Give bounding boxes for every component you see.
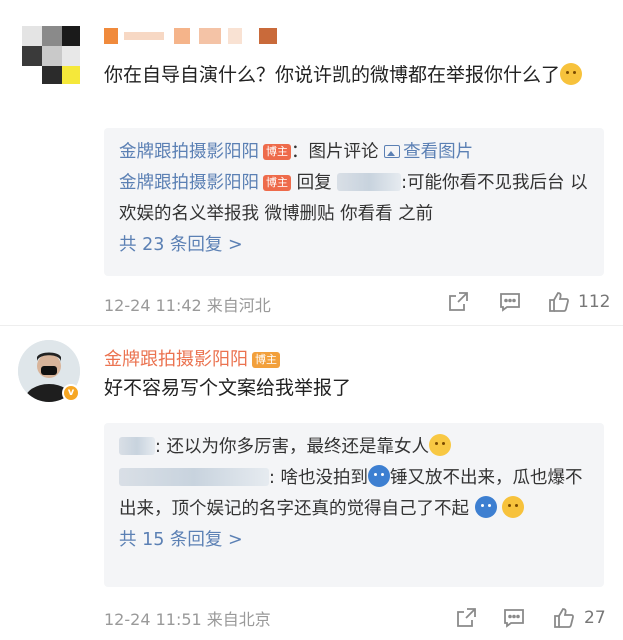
timestamp: 12-24 11:42 (104, 296, 202, 315)
comment-2: v 金牌跟拍摄影阳阳 博主 好不容易写个文案给我举报了 : 还以为你多厉害，最终还… (0, 326, 623, 640)
bozhu-badge: 博主 (263, 175, 291, 191)
blurred-username (119, 437, 155, 455)
verified-badge-icon: v (62, 384, 80, 402)
comment-icon[interactable] (498, 290, 522, 314)
comment-1: 你在自导自演什么？你说许凯的微博都在举报你什么了 金牌跟拍摄影阳阳 博主 ：图片评论… (0, 0, 623, 326)
avatar-blurred[interactable] (22, 26, 80, 84)
comment-meta: 12-24 11:42 来自河北 (104, 292, 271, 316)
comment-actions: 112 (446, 290, 616, 316)
view-picture-link[interactable]: 查看图片 (384, 142, 473, 162)
comment-icon[interactable] (502, 606, 526, 630)
reply-item[interactable]: : 啥也没拍到 锤又放不出来，瓜也爆不出来，顶个娱记的名字还真的觉得自己了不起 (119, 463, 589, 525)
blurred-username (337, 173, 402, 191)
thinking-face-icon (502, 496, 525, 518)
bozhu-badge: 博主 (252, 352, 280, 368)
username-blurred[interactable] (104, 26, 284, 46)
smug-face-icon (428, 434, 451, 456)
blurred-username (119, 468, 269, 486)
like-count: 112 (578, 292, 611, 312)
comment-meta: 12-24 11:51 来自北京 (104, 606, 271, 630)
share-icon[interactable] (454, 606, 478, 630)
more-replies-link[interactable]: 共 23 条回复 > (119, 230, 589, 261)
like-icon[interactable] (547, 290, 571, 314)
more-replies-link[interactable]: 共 15 条回复 > (119, 525, 589, 556)
reply-item[interactable]: 金牌跟拍摄影阳阳 博主 ：图片评论 查看图片 (119, 137, 589, 168)
location: 来自北京 (206, 610, 271, 629)
like-count: 27 (584, 608, 606, 628)
like-icon[interactable] (552, 606, 576, 630)
comment-text: 你在自导自演什么？你说许凯的微博都在举报你什么了 (104, 60, 604, 90)
comment-text: 好不容易写个文案给我举报了 (104, 377, 352, 399)
picture-icon (384, 145, 401, 158)
bozhu-badge: 博主 (263, 144, 291, 160)
timestamp: 12-24 11:51 (104, 610, 202, 629)
reply-author[interactable]: 金牌跟拍摄影阳阳 (119, 142, 259, 162)
share-icon[interactable] (446, 290, 470, 314)
shocked-face-icon (474, 496, 497, 518)
reply-item[interactable]: 金牌跟拍摄影阳阳 博主 回复 :可能你看不见我后台 以欢娱的名义举报我 微博删贴 … (119, 168, 589, 230)
reply-author[interactable]: 金牌跟拍摄影阳阳 (119, 173, 259, 193)
shocked-face-icon (367, 465, 390, 487)
location: 来自河北 (206, 296, 271, 315)
comment-actions: 27 (446, 606, 616, 632)
comment-author[interactable]: 金牌跟拍摄影阳阳 博主 (104, 345, 280, 371)
reply-box[interactable]: : 还以为你多厉害，最终还是靠女人 : 啥也没拍到 锤又放不出来，瓜也爆不出来，顶… (104, 423, 604, 587)
reply-box[interactable]: 金牌跟拍摄影阳阳 博主 ：图片评论 查看图片 金牌跟拍摄影阳阳 博主 回复 :可能你看… (104, 128, 604, 276)
thinking-face-icon (560, 63, 583, 85)
reply-item[interactable]: : 还以为你多厉害，最终还是靠女人 (119, 432, 589, 463)
